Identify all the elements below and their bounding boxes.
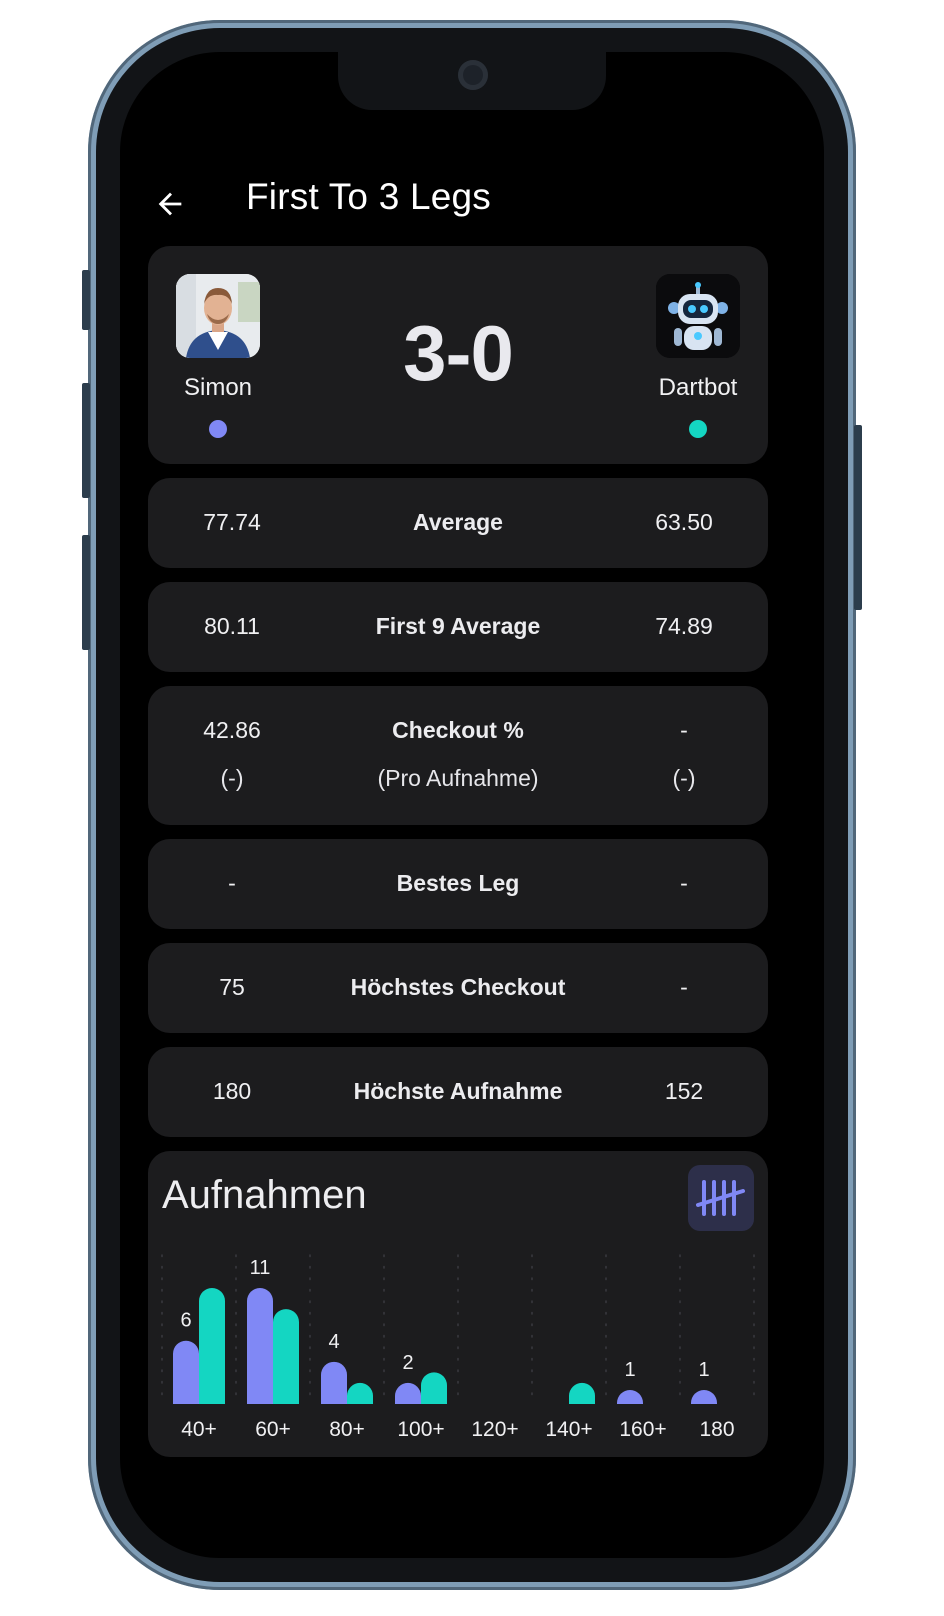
power-button <box>854 425 862 610</box>
bar-player1 <box>395 1382 421 1404</box>
stat-subvalue-player1: (-) <box>220 765 244 791</box>
stat-value-player1: 180 <box>212 1078 252 1104</box>
stat-value-player1: - <box>228 870 236 896</box>
stat-value-player1: 77.74 <box>203 509 261 535</box>
front-camera <box>458 60 488 90</box>
x-tick-label: 140+ <box>545 1418 592 1441</box>
bar-player1 <box>691 1390 717 1404</box>
stat-label: Average <box>413 509 503 535</box>
stat-value-player1: 42.86 <box>203 717 261 743</box>
stat-value-player2: 63.50 <box>655 509 713 535</box>
stat-row-best-leg: - Bestes Leg - <box>148 839 768 929</box>
stat-value-player1: 75 <box>219 974 245 1000</box>
stat-label: Checkout % <box>392 717 524 743</box>
volume-up-button <box>82 383 90 498</box>
bar-player2 <box>273 1309 299 1404</box>
bar-value-label: 11 <box>250 1257 271 1279</box>
mute-switch <box>82 270 90 330</box>
stat-value-player2: - <box>680 717 688 743</box>
stat-label: Höchstes Checkout <box>350 974 566 1000</box>
stat-value-player2: - <box>680 974 688 1000</box>
app-header: First To 3 Legs <box>120 162 824 242</box>
stat-row-first9-average: 80.11 First 9 Average 74.89 <box>148 582 768 672</box>
bar-value-label: 4 <box>328 1331 339 1353</box>
bar-value-label: 1 <box>624 1359 635 1381</box>
bar-value-label: 2 <box>402 1352 413 1374</box>
x-tick-label: 40+ <box>181 1418 217 1441</box>
stat-value-player1: 80.11 <box>204 613 260 639</box>
x-tick-label: 100+ <box>397 1418 444 1441</box>
stat-value-player2: 152 <box>664 1078 704 1104</box>
notch <box>338 52 606 110</box>
bar-value-label: 6 <box>180 1310 191 1332</box>
bar-value-label: 1 <box>698 1359 709 1381</box>
back-button[interactable] <box>148 182 192 226</box>
score-card: Simon 3-0 Dartbot <box>148 246 768 464</box>
x-tick-label: 80+ <box>329 1418 365 1441</box>
stat-row-checkout: 42.86 Checkout % - (-) (Pro Aufnahme) (-… <box>148 686 768 825</box>
player2: Dartbot <box>628 274 768 438</box>
bar-player2 <box>347 1382 373 1404</box>
arrow-left-icon <box>158 192 182 216</box>
player2-name: Dartbot <box>658 374 738 401</box>
bar-player1 <box>173 1340 199 1404</box>
stat-value-player2: 74.89 <box>655 613 713 639</box>
bar-player1 <box>321 1361 347 1404</box>
robot-icon <box>656 274 740 358</box>
stat-label: First 9 Average <box>375 613 541 639</box>
stat-label: Höchste Aufnahme <box>353 1078 563 1104</box>
aufnahmen-card: Aufnahmen 6 40+ 11 60+ 4 80+ 2 100+ 120+ 140+ 1 160… <box>148 1151 768 1457</box>
stat-subvalue-player2: (-) <box>672 765 696 791</box>
stat-label: Bestes Leg <box>396 870 520 896</box>
x-tick-label: 180 <box>699 1418 734 1441</box>
bar-player2 <box>569 1382 595 1404</box>
x-tick-label: 160+ <box>619 1418 666 1441</box>
bar-player2 <box>421 1372 447 1404</box>
player1-color-dot <box>209 420 227 438</box>
bar-player2 <box>199 1288 225 1404</box>
player2-avatar <box>656 274 740 358</box>
aufnahmen-chart: 640+1160+480+2100+ 120+ 140+1160+1180 <box>161 1254 755 1441</box>
player2-color-dot <box>689 420 707 438</box>
stat-row-average: 77.74 Average 63.50 <box>148 478 768 568</box>
stat-sublabel: (Pro Aufnahme) <box>377 765 539 791</box>
volume-down-button <box>82 535 90 650</box>
bar-player1 <box>247 1288 273 1404</box>
x-tick-label: 120+ <box>471 1418 518 1441</box>
x-tick-label: 60+ <box>255 1418 291 1441</box>
screen: First To 3 Legs Simon 3-0 Dartbot 77.74 … <box>120 52 824 1558</box>
bar-player1 <box>617 1390 643 1404</box>
stat-row-highest-checkout: 75 Höchstes Checkout - <box>148 943 768 1033</box>
page-title: First To 3 Legs <box>246 176 491 217</box>
stat-value-player2: - <box>680 870 688 896</box>
stat-row-highest-score: 180 Höchste Aufnahme 152 <box>148 1047 768 1137</box>
